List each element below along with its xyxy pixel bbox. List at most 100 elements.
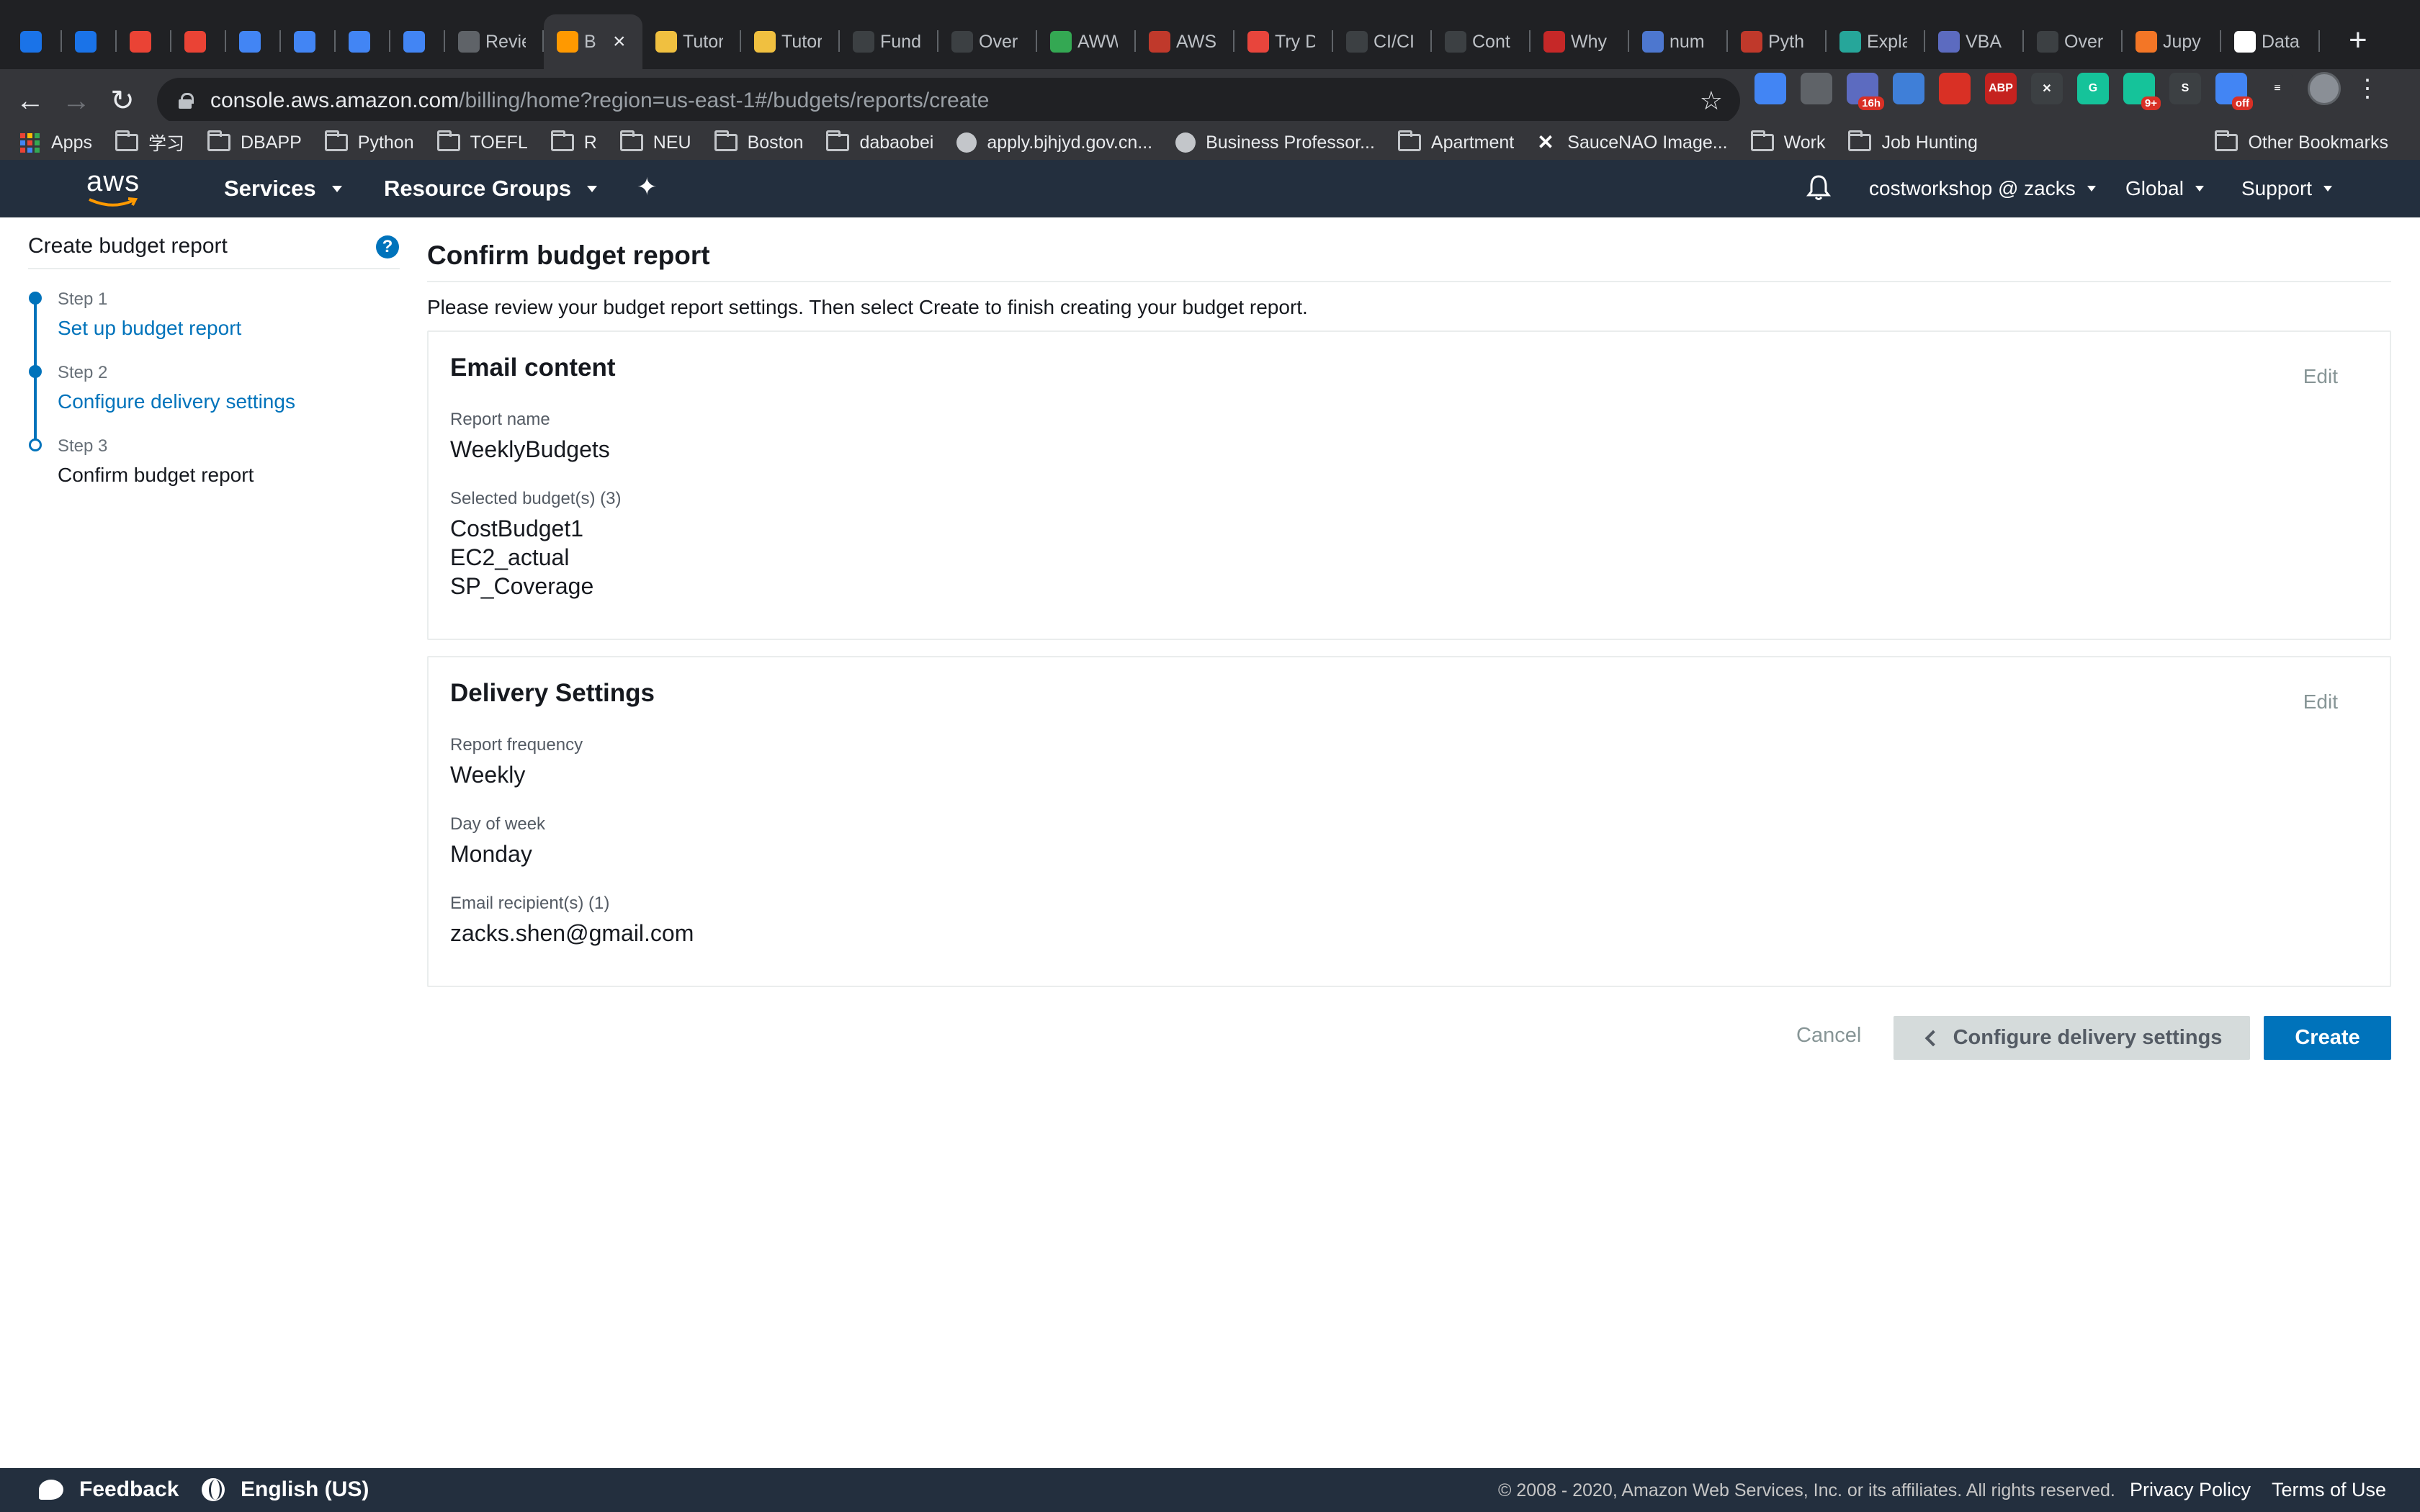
- browser-tab[interactable]: [336, 14, 390, 69]
- forward-arrow-icon[interactable]: →: [53, 85, 99, 117]
- help-icon[interactable]: ?: [376, 235, 399, 258]
- playlist-ext-icon[interactable]: ≡: [2262, 73, 2293, 104]
- language-selector[interactable]: English (US): [202, 1477, 369, 1502]
- wizard-title: Create budget report: [28, 234, 228, 258]
- aws-logo[interactable]: aws: [86, 166, 151, 209]
- x-ext-icon[interactable]: ✕: [2031, 73, 2063, 104]
- new-tab-button[interactable]: +: [2349, 22, 2367, 58]
- step-1-link[interactable]: Set up budget report: [58, 317, 241, 340]
- sb-ext-icon[interactable]: S: [2169, 73, 2201, 104]
- browser-tab[interactable]: Data: [2221, 14, 2320, 69]
- browser-tab[interactable]: Tutor: [642, 14, 741, 69]
- browser-tab[interactable]: [7, 14, 62, 69]
- services-menu[interactable]: Services: [224, 176, 342, 202]
- browser-tab[interactable]: [62, 14, 117, 69]
- mortarboard-icon: [853, 31, 874, 53]
- bookmark-item[interactable]: Business Professor...: [1175, 132, 1375, 153]
- back-arrow-icon[interactable]: ←: [7, 85, 53, 117]
- bookmark-item[interactable]: Work: [1750, 130, 1825, 153]
- bookmark-item[interactable]: Job Hunting: [1848, 130, 1978, 153]
- browser-tab[interactable]: Try D: [1234, 14, 1333, 69]
- bookmark-item[interactable]: 学习: [115, 130, 184, 156]
- browser-tab[interactable]: Cont: [1432, 14, 1531, 69]
- hand-ext-icon[interactable]: [1939, 73, 1971, 104]
- email-content-edit-button[interactable]: Edit: [2303, 365, 2338, 388]
- bookmark-item[interactable]: NEU: [619, 130, 691, 153]
- profile-avatar[interactable]: [2308, 72, 2341, 105]
- account-menu[interactable]: costworkshop @ zacks: [1869, 177, 2096, 200]
- abp-ext-icon[interactable]: ABP: [1985, 73, 2017, 104]
- bookmark-item[interactable]: apply.bjhjyd.gov.cn...: [956, 132, 1152, 153]
- browser-tab[interactable]: [171, 14, 226, 69]
- selected-budgets-label: Selected budget(s) (3): [450, 489, 622, 508]
- browser-tab[interactable]: Pyth: [1728, 14, 1827, 69]
- bookmark-item[interactable]: dabaobei: [826, 130, 933, 153]
- resource-groups-menu[interactable]: Resource Groups: [384, 176, 598, 202]
- privacy-policy-link[interactable]: Privacy Policy: [2130, 1479, 2251, 1501]
- bookmark-item[interactable]: TOEFL: [436, 130, 528, 153]
- browser-tab[interactable]: AWS: [1136, 14, 1234, 69]
- browser-tab[interactable]: Fund: [840, 14, 938, 69]
- folder-icon: [550, 130, 574, 151]
- close-tab-icon[interactable]: ×: [613, 30, 626, 54]
- browser-tab[interactable]: Tutor: [741, 14, 840, 69]
- delivery-settings-heading: Delivery Settings: [450, 679, 655, 707]
- create-button[interactable]: Create: [2264, 1016, 2391, 1060]
- bulb-ext-icon[interactable]: [1801, 73, 1832, 104]
- pin-icon[interactable]: ✦: [637, 173, 658, 202]
- feedback-button[interactable]: Feedback: [39, 1477, 179, 1502]
- tab-title: Expla: [1867, 31, 1907, 52]
- bookmark-item[interactable]: Apps: [20, 132, 92, 153]
- browser-tab[interactable]: Expla: [1827, 14, 1925, 69]
- browser-tab[interactable]: AWW: [1037, 14, 1136, 69]
- browser-tab[interactable]: [281, 14, 336, 69]
- bookmark-star-icon[interactable]: ☆: [1700, 86, 1723, 116]
- extension-glyph: ABP: [1989, 82, 2013, 94]
- reload-icon[interactable]: ↻: [99, 84, 145, 117]
- step-3-dot: [29, 438, 42, 451]
- notifications-bell-icon[interactable]: [1806, 174, 1831, 202]
- github-icon: [1445, 31, 1466, 53]
- browser-tab[interactable]: Over: [938, 14, 1037, 69]
- browser-tab[interactable]: Revie: [445, 14, 544, 69]
- terms-of-use-link[interactable]: Terms of Use: [2272, 1479, 2386, 1501]
- previous-step-button[interactable]: Configure delivery settings: [1894, 1016, 2250, 1060]
- cancel-button[interactable]: Cancel: [1796, 1024, 1861, 1048]
- browser-tab[interactable]: Over: [2024, 14, 2123, 69]
- browser-tab[interactable]: B ×: [544, 14, 642, 69]
- browser-tab[interactable]: Jupy: [2123, 14, 2221, 69]
- aws-box-icon: [754, 31, 776, 53]
- delivery-settings-edit-button[interactable]: Edit: [2303, 690, 2338, 714]
- numpy-icon: [1642, 31, 1664, 53]
- tab-title: num: [1670, 31, 1705, 52]
- grammarly-ext-icon[interactable]: 9+: [2123, 73, 2161, 110]
- bookmark-item[interactable]: ✕ SauceNAO Image...: [1537, 132, 1727, 153]
- bookmark-item[interactable]: Boston: [714, 130, 803, 153]
- region-menu[interactable]: Global: [2125, 177, 2204, 200]
- calendar-ext-icon[interactable]: off: [2215, 73, 2253, 110]
- bookmark-item[interactable]: Apartment: [1397, 130, 1514, 153]
- support-menu[interactable]: Support: [2241, 177, 2333, 200]
- iq-ext-icon[interactable]: [1893, 73, 1924, 104]
- browser-menu-icon[interactable]: ⋮: [2355, 74, 2380, 103]
- step-2-link[interactable]: Configure delivery settings: [58, 390, 295, 413]
- address-bar[interactable]: console.aws.amazon.com/billing/home?regi…: [157, 78, 1740, 124]
- tab-title: Jupy: [2163, 31, 2201, 52]
- browser-tab[interactable]: [226, 14, 281, 69]
- calendar-ext-icon[interactable]: 16h: [1847, 73, 1884, 110]
- bookmark-item[interactable]: DBAPP: [207, 130, 302, 153]
- browser-tab[interactable]: CI/CI: [1333, 14, 1432, 69]
- browser-tab[interactable]: [117, 14, 171, 69]
- browser-tab[interactable]: num: [1629, 14, 1728, 69]
- other-bookmarks[interactable]: Other Bookmarks: [2215, 130, 2388, 153]
- mortarboard-icon: [2037, 31, 2058, 53]
- translate-ext-icon[interactable]: [1754, 73, 1786, 104]
- browser-tab[interactable]: VBA: [1925, 14, 2024, 69]
- bookmark-item[interactable]: R: [550, 130, 597, 153]
- browser-tab[interactable]: Why: [1531, 14, 1629, 69]
- lock-icon[interactable]: [179, 93, 194, 109]
- bookmark-item[interactable]: Python: [324, 130, 414, 153]
- email-content-panel: Email content Edit Report name WeeklyBud…: [427, 330, 2391, 640]
- browser-tab[interactable]: [390, 14, 445, 69]
- grammarly-ext-icon[interactable]: G: [2077, 73, 2109, 104]
